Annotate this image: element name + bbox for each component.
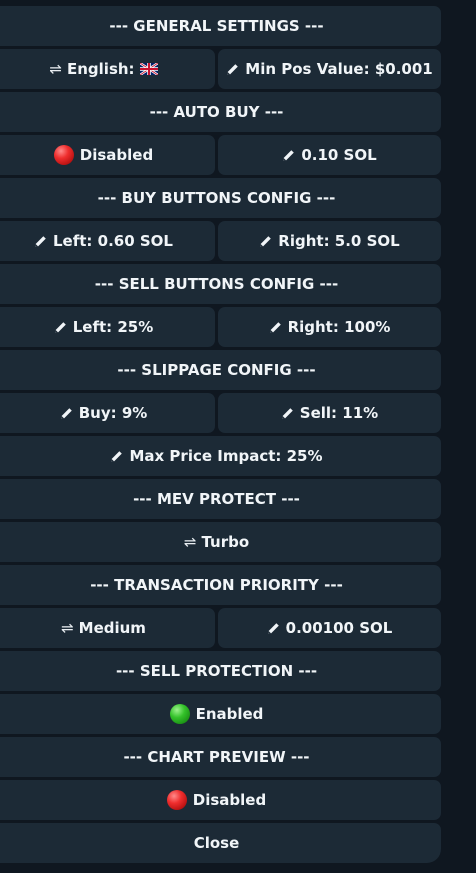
pencil-icon <box>260 235 272 247</box>
sell-right-button[interactable]: Right: 100% <box>218 307 441 347</box>
max-price-impact-label: Max Price Impact: 25% <box>129 447 323 465</box>
pencil-icon <box>111 450 123 462</box>
auto-buy-header-button[interactable]: --- AUTO BUY --- <box>0 92 441 132</box>
row-sell-buttons-header: --- SELL BUTTONS CONFIG --- <box>0 264 441 304</box>
row-buy-buttons-header: --- BUY BUTTONS CONFIG --- <box>0 178 441 218</box>
row-mev-header: --- MEV PROTECT --- <box>0 479 441 519</box>
buy-right-button[interactable]: Right: 5.0 SOL <box>218 221 441 261</box>
red-circle-icon <box>53 145 74 165</box>
row-slippage: Buy: 9% Sell: 11% <box>0 393 441 433</box>
auto-buy-amount-label: 0.10 SOL <box>301 146 377 164</box>
sell-buttons-config-header-label: --- SELL BUTTONS CONFIG --- <box>94 275 339 293</box>
slippage-buy-label: Buy: 9% <box>78 404 148 422</box>
pencil-icon <box>60 407 72 419</box>
tx-priority-fee-label: 0.00100 SOL <box>285 619 393 637</box>
pencil-icon <box>267 622 279 634</box>
swap-arrows-icon: ⇌ <box>183 533 197 551</box>
tx-priority-level-label: Medium <box>78 619 146 637</box>
tx-priority-level-button[interactable]: ⇌ Medium <box>0 608 215 648</box>
sell-protection-toggle-button[interactable]: Enabled <box>0 694 441 734</box>
row-chart-preview-header: --- CHART PREVIEW --- <box>0 737 441 777</box>
row-close: Close <box>0 823 441 863</box>
row-sell-protection-header: --- SELL PROTECTION --- <box>0 651 441 691</box>
max-price-impact-button[interactable]: Max Price Impact: 25% <box>0 436 441 476</box>
uk-flag-icon <box>139 63 158 75</box>
auto-buy-header-label: --- AUTO BUY --- <box>149 103 284 121</box>
row-sell-protection: Enabled <box>0 694 441 734</box>
sell-left-button[interactable]: Left: 25% <box>0 307 215 347</box>
language-button[interactable]: ⇌ English: <box>0 49 215 89</box>
auto-buy-amount-button[interactable]: 0.10 SOL <box>218 135 441 175</box>
chart-preview-toggle-button[interactable]: Disabled <box>0 780 441 820</box>
row-tx-priority: ⇌ Medium 0.00100 SOL <box>0 608 441 648</box>
slippage-sell-label: Sell: 11% <box>299 404 379 422</box>
pencil-icon <box>54 321 66 333</box>
slippage-buy-button[interactable]: Buy: 9% <box>0 393 215 433</box>
mev-mode-label: Turbo <box>201 533 250 551</box>
green-circle-icon <box>169 704 190 724</box>
row-max-price-impact: Max Price Impact: 25% <box>0 436 441 476</box>
row-buy-buttons: Left: 0.60 SOL Right: 5.0 SOL <box>0 221 441 261</box>
row-language: ⇌ English: Min Pos Value: $0.001 <box>0 49 441 89</box>
close-label: Close <box>193 834 240 852</box>
swap-arrows-icon: ⇌ <box>61 619 74 637</box>
pencil-icon <box>283 149 295 161</box>
row-tx-priority-header: --- TRANSACTION PRIORITY --- <box>0 565 441 605</box>
sell-right-label: Right: 100% <box>287 318 391 336</box>
slippage-config-header-button[interactable]: --- SLIPPAGE CONFIG --- <box>0 350 441 390</box>
row-mev-mode: ⇌ Turbo <box>0 522 441 562</box>
row-sell-buttons: Left: 25% Right: 100% <box>0 307 441 347</box>
chart-preview-header-label: --- CHART PREVIEW --- <box>123 748 310 766</box>
min-pos-value-label: Min Pos Value: $0.001 <box>245 60 433 78</box>
mev-protect-header-button[interactable]: --- MEV PROTECT --- <box>0 479 441 519</box>
row-auto-buy: Disabled 0.10 SOL <box>0 135 441 175</box>
row-slippage-header: --- SLIPPAGE CONFIG --- <box>0 350 441 390</box>
mev-protect-header-label: --- MEV PROTECT --- <box>133 490 300 508</box>
row-chart-preview: Disabled <box>0 780 441 820</box>
buy-buttons-config-header-label: --- BUY BUTTONS CONFIG --- <box>97 189 336 207</box>
settings-keyboard: --- GENERAL SETTINGS --- ⇌ English: Min … <box>0 0 476 873</box>
pencil-icon <box>269 321 281 333</box>
auto-buy-toggle-button[interactable]: Disabled <box>0 135 215 175</box>
buy-left-button[interactable]: Left: 0.60 SOL <box>0 221 215 261</box>
tx-priority-fee-button[interactable]: 0.00100 SOL <box>218 608 441 648</box>
chart-preview-header-button[interactable]: --- CHART PREVIEW --- <box>0 737 441 777</box>
general-settings-header-button[interactable]: --- GENERAL SETTINGS --- <box>0 6 441 46</box>
chart-preview-status-label: Disabled <box>192 791 267 809</box>
close-button[interactable]: Close <box>0 823 441 863</box>
swap-arrows-icon: ⇌ <box>49 60 62 78</box>
mev-mode-button[interactable]: ⇌ Turbo <box>0 522 441 562</box>
sell-protection-header-button[interactable]: --- SELL PROTECTION --- <box>0 651 441 691</box>
general-settings-header-label: --- GENERAL SETTINGS --- <box>109 17 324 35</box>
row-auto-buy-header: --- AUTO BUY --- <box>0 92 441 132</box>
buy-left-label: Left: 0.60 SOL <box>53 232 173 250</box>
buy-buttons-config-header-button[interactable]: --- BUY BUTTONS CONFIG --- <box>0 178 441 218</box>
pencil-icon <box>282 407 293 419</box>
pencil-icon <box>35 235 46 247</box>
red-circle-icon <box>166 790 187 810</box>
auto-buy-status-label: Disabled <box>79 146 154 164</box>
pencil-icon <box>227 63 239 75</box>
sell-left-label: Left: 25% <box>72 318 154 336</box>
slippage-config-header-label: --- SLIPPAGE CONFIG --- <box>117 361 316 379</box>
sell-buttons-config-header-button[interactable]: --- SELL BUTTONS CONFIG --- <box>0 264 441 304</box>
slippage-sell-button[interactable]: Sell: 11% <box>218 393 441 433</box>
language-label: English: <box>67 60 135 78</box>
min-pos-value-button[interactable]: Min Pos Value: $0.001 <box>218 49 441 89</box>
sell-protection-status-label: Enabled <box>195 705 264 723</box>
transaction-priority-header-label: --- TRANSACTION PRIORITY --- <box>90 576 343 594</box>
transaction-priority-header-button[interactable]: --- TRANSACTION PRIORITY --- <box>0 565 441 605</box>
sell-protection-header-label: --- SELL PROTECTION --- <box>115 662 318 680</box>
buy-right-label: Right: 5.0 SOL <box>278 232 400 250</box>
row-general-header: --- GENERAL SETTINGS --- <box>0 6 441 46</box>
